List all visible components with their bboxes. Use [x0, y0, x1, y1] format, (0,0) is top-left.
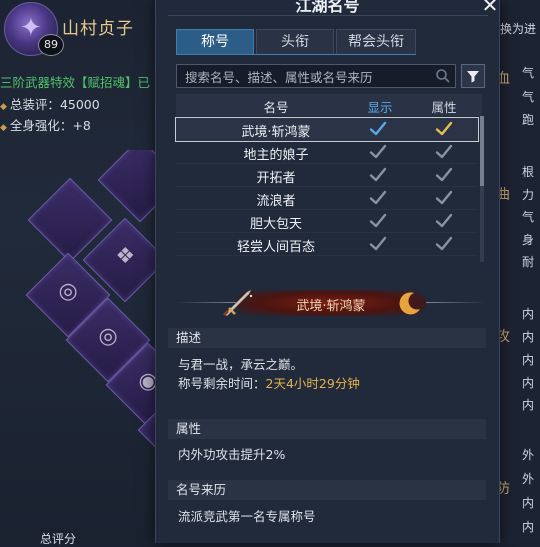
attr-check-icon[interactable]	[434, 165, 454, 185]
origin-header: 名号来历	[168, 480, 486, 500]
show-check-icon[interactable]	[368, 234, 388, 254]
character-panel: ✦ 89 山村贞子 三阶武器特效【赋招魂】已 ◆ 总装评：45000 ◆ 全身强化：…	[0, 0, 175, 546]
attr-label: 力	[522, 188, 535, 202]
attr-label: 气	[522, 66, 535, 80]
banner-divider	[426, 302, 486, 303]
gem-icon: ❖	[115, 244, 136, 270]
character-name: 山村贞子	[62, 19, 134, 39]
header-name: 名号	[263, 100, 289, 115]
attr-label: 根	[522, 165, 535, 179]
filter-button[interactable]	[461, 64, 485, 88]
show-check-icon[interactable]	[368, 119, 388, 139]
title-name: 地主的娘子	[243, 148, 309, 163]
title-name: 轻尝人间百态	[236, 240, 315, 255]
total-score-label: 总装评：	[9, 97, 60, 112]
filter-icon	[467, 71, 479, 83]
attribute-header: 属性	[168, 419, 486, 439]
title-name: 胆大包天	[249, 217, 302, 232]
enhance-line: ◆ 全身强化：+8	[0, 115, 91, 134]
attr-label: 内	[522, 398, 535, 412]
title-name: 开拓者	[256, 171, 296, 186]
show-check-icon[interactable]	[368, 211, 388, 231]
tab-ranks[interactable]: 头衔	[256, 29, 334, 55]
attr-label: 身	[522, 233, 535, 247]
remaining-time-label: 称号剩余时间：	[178, 376, 266, 391]
title-dialog: 江湖名号 ✕ 称号 头衔 帮会头衔 名号 显示 属性 武境·斩鸿蒙地主的娘子开拓…	[155, 0, 500, 543]
ring-icon: ◎	[58, 279, 78, 305]
description-header: 描述	[168, 328, 486, 348]
table-row[interactable]: 流浪者	[176, 187, 478, 210]
attribute-text: 内外功攻击提升2%	[178, 447, 286, 462]
total-score-line: ◆ 总装评：45000	[0, 94, 100, 113]
attr-label: 外	[522, 448, 535, 462]
attr-check-icon[interactable]	[434, 119, 454, 139]
total-score-value: 45000	[59, 97, 100, 112]
header-attr[interactable]: 属性	[418, 97, 470, 116]
remaining-time-value: 2天4小时29分钟	[265, 376, 360, 391]
attr-label: 内	[522, 496, 535, 510]
table-row[interactable]: 武境·斩鸿蒙	[175, 117, 479, 142]
search-input[interactable]	[183, 65, 427, 89]
show-check-icon[interactable]	[368, 142, 388, 162]
attr-label: 内	[522, 520, 535, 534]
enhance-value: +8	[72, 118, 91, 133]
banner-title: 武境·斩鸿蒙	[296, 299, 366, 314]
diamond-bullet-icon: ◆	[0, 123, 7, 133]
attr-label: 内	[522, 376, 535, 390]
scroll-thumb[interactable]	[480, 116, 484, 186]
table-scrollbar[interactable]	[480, 116, 484, 262]
attr-check-icon[interactable]	[434, 142, 454, 162]
table-row[interactable]: 轻尝人间百态	[176, 233, 478, 256]
attr-label: 气	[522, 210, 535, 224]
attr-label: 外	[522, 472, 535, 486]
table-row[interactable]: 开拓者	[176, 164, 478, 187]
attr-label: 内	[522, 353, 535, 367]
equipment-grid: ❖ ◎ ◎ ◉	[0, 150, 175, 530]
remaining-time-line: 称号剩余时间：2天4小时29分钟	[178, 373, 360, 392]
dialog-title: 江湖名号	[295, 0, 360, 15]
table-row[interactable]: 地主的娘子	[176, 141, 478, 164]
attr-label: 气	[522, 90, 535, 104]
attr-check-icon[interactable]	[434, 188, 454, 208]
attr-label: 耐	[522, 255, 535, 269]
crescent-moon-icon	[399, 292, 420, 315]
attr-check-icon[interactable]	[434, 211, 454, 231]
show-check-icon[interactable]	[368, 188, 388, 208]
table-header: 名号 显示 属性	[176, 94, 482, 116]
enhance-label: 全身强化：	[9, 118, 73, 133]
switch-text-partial[interactable]: 换为进	[500, 20, 536, 37]
title-name: 武境·斩鸿蒙	[241, 125, 311, 140]
titles-table: 名号 显示 属性 武境·斩鸿蒙 地主的娘子开拓者流浪者胆大包天轻尝人间百态	[175, 94, 484, 262]
diamond-bullet-icon: ◆	[0, 102, 7, 112]
ring-icon: ◎	[98, 324, 118, 350]
search-box	[176, 64, 456, 89]
search-icon[interactable]	[435, 68, 451, 84]
attr-label: 内	[522, 330, 535, 344]
header-show[interactable]: 显示	[354, 97, 406, 116]
tab-guild-ranks[interactable]: 帮会头衔	[336, 29, 416, 55]
close-button[interactable]: ✕	[479, 0, 501, 16]
table-row[interactable]: 胆大包天	[176, 210, 478, 233]
tab-titles[interactable]: 称号	[176, 29, 254, 55]
attr-check-icon[interactable]	[434, 234, 454, 254]
sword-icon	[222, 290, 253, 317]
origin-text: 流派竞武第一名专属称号	[178, 509, 316, 524]
title-banner: 武境·斩鸿蒙	[176, 286, 486, 320]
tab-divider	[176, 54, 416, 55]
title-name: 流浪者	[256, 194, 296, 209]
attr-label: 跑	[522, 113, 535, 127]
attr-label: 内	[522, 307, 535, 321]
description-text: 与君一战，承云之巅。	[178, 357, 304, 372]
show-check-icon[interactable]	[368, 165, 388, 185]
level-badge: 89	[38, 34, 64, 56]
sect-emblem-icon: ✦	[20, 13, 42, 43]
title-divider	[168, 15, 488, 16]
weapon-effect-text: 三阶武器特效【赋招魂】已	[0, 75, 151, 90]
